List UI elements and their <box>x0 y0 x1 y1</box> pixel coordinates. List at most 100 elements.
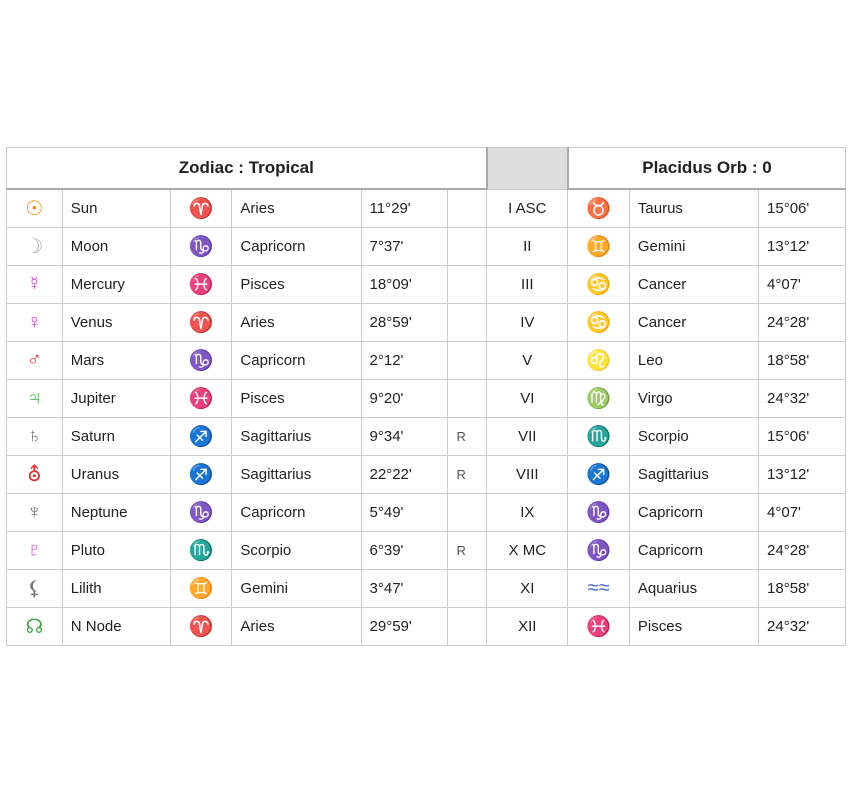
planet-symbol: ♀ <box>7 304 63 342</box>
planet-degree: 29°59' <box>361 608 448 646</box>
table-row: ☉ Sun ♈ Aries 11°29' I ASC ♉ Taurus 15°0… <box>7 189 846 228</box>
planet-sign-symbol: ♊ <box>170 570 231 608</box>
planet-name: Lilith <box>62 570 170 608</box>
planet-degree: 9°20' <box>361 380 448 418</box>
house-sign-name: Pisces <box>629 608 758 646</box>
planet-name: Sun <box>62 189 170 228</box>
table-row: ♄ Saturn ♐ Sagittarius 9°34' R VII ♏ Sco… <box>7 418 846 456</box>
house-sign-symbol: ♍ <box>568 380 629 418</box>
planet-symbol: ♂ <box>7 342 63 380</box>
planet-retro <box>448 189 487 228</box>
planet-symbol: ♄ <box>7 418 63 456</box>
house-sign-symbol: ♋ <box>568 266 629 304</box>
house-degree: 18°58' <box>759 570 846 608</box>
house-sign-name: Sagittarius <box>629 456 758 494</box>
right-header: Placidus Orb : 0 <box>568 148 846 190</box>
planet-degree: 3°47' <box>361 570 448 608</box>
planet-name: Moon <box>62 228 170 266</box>
table-row: ☊ N Node ♈ Aries 29°59' XII ♓ Pisces 24°… <box>7 608 846 646</box>
table-row: ⛢ Uranus ♐ Sagittarius 22°22' R VIII ♐ S… <box>7 456 846 494</box>
house-label: II <box>487 228 568 266</box>
planet-name: Mars <box>62 342 170 380</box>
planet-sign-name: Aries <box>232 608 361 646</box>
house-sign-name: Scorpio <box>629 418 758 456</box>
house-label: XI <box>487 570 568 608</box>
house-degree: 15°06' <box>759 189 846 228</box>
planet-sign-name: Aries <box>232 189 361 228</box>
planet-sign-symbol: ♈ <box>170 189 231 228</box>
house-label: I ASC <box>487 189 568 228</box>
planet-retro <box>448 494 487 532</box>
planet-sign-name: Aries <box>232 304 361 342</box>
house-label: XII <box>487 608 568 646</box>
planet-name: Pluto <box>62 532 170 570</box>
planet-sign-symbol: ♈ <box>170 608 231 646</box>
planet-sign-symbol: ♓ <box>170 380 231 418</box>
table-row: ♃ Jupiter ♓ Pisces 9°20' VI ♍ Virgo 24°3… <box>7 380 846 418</box>
planet-symbol: ☉ <box>7 189 63 228</box>
house-degree: 24°28' <box>759 532 846 570</box>
house-sign-name: Cancer <box>629 266 758 304</box>
planet-degree: 6°39' <box>361 532 448 570</box>
left-header: Zodiac : Tropical <box>7 148 487 190</box>
planet-symbol: ♆ <box>7 494 63 532</box>
planet-name: Venus <box>62 304 170 342</box>
house-label: IV <box>487 304 568 342</box>
planet-name: Mercury <box>62 266 170 304</box>
planet-sign-name: Capricorn <box>232 228 361 266</box>
planet-sign-symbol: ♑ <box>170 342 231 380</box>
planet-sign-name: Sagittarius <box>232 456 361 494</box>
planet-sign-name: Gemini <box>232 570 361 608</box>
planet-name: Uranus <box>62 456 170 494</box>
house-degree: 15°06' <box>759 418 846 456</box>
planet-sign-symbol: ♑ <box>170 494 231 532</box>
house-degree: 24°28' <box>759 304 846 342</box>
planet-sign-name: Pisces <box>232 266 361 304</box>
planet-degree: 28°59' <box>361 304 448 342</box>
planet-symbol: ♇ <box>7 532 63 570</box>
house-sign-name: Capricorn <box>629 494 758 532</box>
planet-sign-name: Scorpio <box>232 532 361 570</box>
planet-symbol: ♃ <box>7 380 63 418</box>
table-row: ☽ Moon ♑ Capricorn 7°37' II ♊ Gemini 13°… <box>7 228 846 266</box>
house-sign-symbol: ♐ <box>568 456 629 494</box>
planet-sign-symbol: ♑ <box>170 228 231 266</box>
planet-degree: 18°09' <box>361 266 448 304</box>
house-sign-name: Leo <box>629 342 758 380</box>
planet-retro: R <box>448 418 487 456</box>
house-sign-name: Virgo <box>629 380 758 418</box>
planet-retro <box>448 570 487 608</box>
planet-degree: 11°29' <box>361 189 448 228</box>
planet-retro <box>448 304 487 342</box>
house-label: V <box>487 342 568 380</box>
house-degree: 24°32' <box>759 380 846 418</box>
planet-sign-symbol: ♐ <box>170 456 231 494</box>
table-row: ⚸ Lilith ♊ Gemini 3°47' XI ≈≈ Aquarius 1… <box>7 570 846 608</box>
house-sign-symbol: ♑ <box>568 532 629 570</box>
planet-name: N Node <box>62 608 170 646</box>
house-sign-name: Gemini <box>629 228 758 266</box>
planet-retro <box>448 608 487 646</box>
planet-symbol: ☊ <box>7 608 63 646</box>
planet-name: Jupiter <box>62 380 170 418</box>
planet-symbol: ☽ <box>7 228 63 266</box>
planet-retro <box>448 380 487 418</box>
house-label: X MC <box>487 532 568 570</box>
planet-sign-symbol: ♐ <box>170 418 231 456</box>
planet-retro: R <box>448 456 487 494</box>
house-degree: 18°58' <box>759 342 846 380</box>
planet-degree: 22°22' <box>361 456 448 494</box>
house-sign-name: Cancer <box>629 304 758 342</box>
house-label: IX <box>487 494 568 532</box>
house-sign-symbol: ♌ <box>568 342 629 380</box>
house-sign-symbol: ≈≈ <box>568 570 629 608</box>
planet-degree: 2°12' <box>361 342 448 380</box>
planet-name: Saturn <box>62 418 170 456</box>
house-degree: 13°12' <box>759 456 846 494</box>
house-label: VIII <box>487 456 568 494</box>
house-sign-symbol: ♏ <box>568 418 629 456</box>
house-sign-symbol: ♉ <box>568 189 629 228</box>
house-degree: 13°12' <box>759 228 846 266</box>
house-sign-symbol: ♊ <box>568 228 629 266</box>
house-label: VII <box>487 418 568 456</box>
